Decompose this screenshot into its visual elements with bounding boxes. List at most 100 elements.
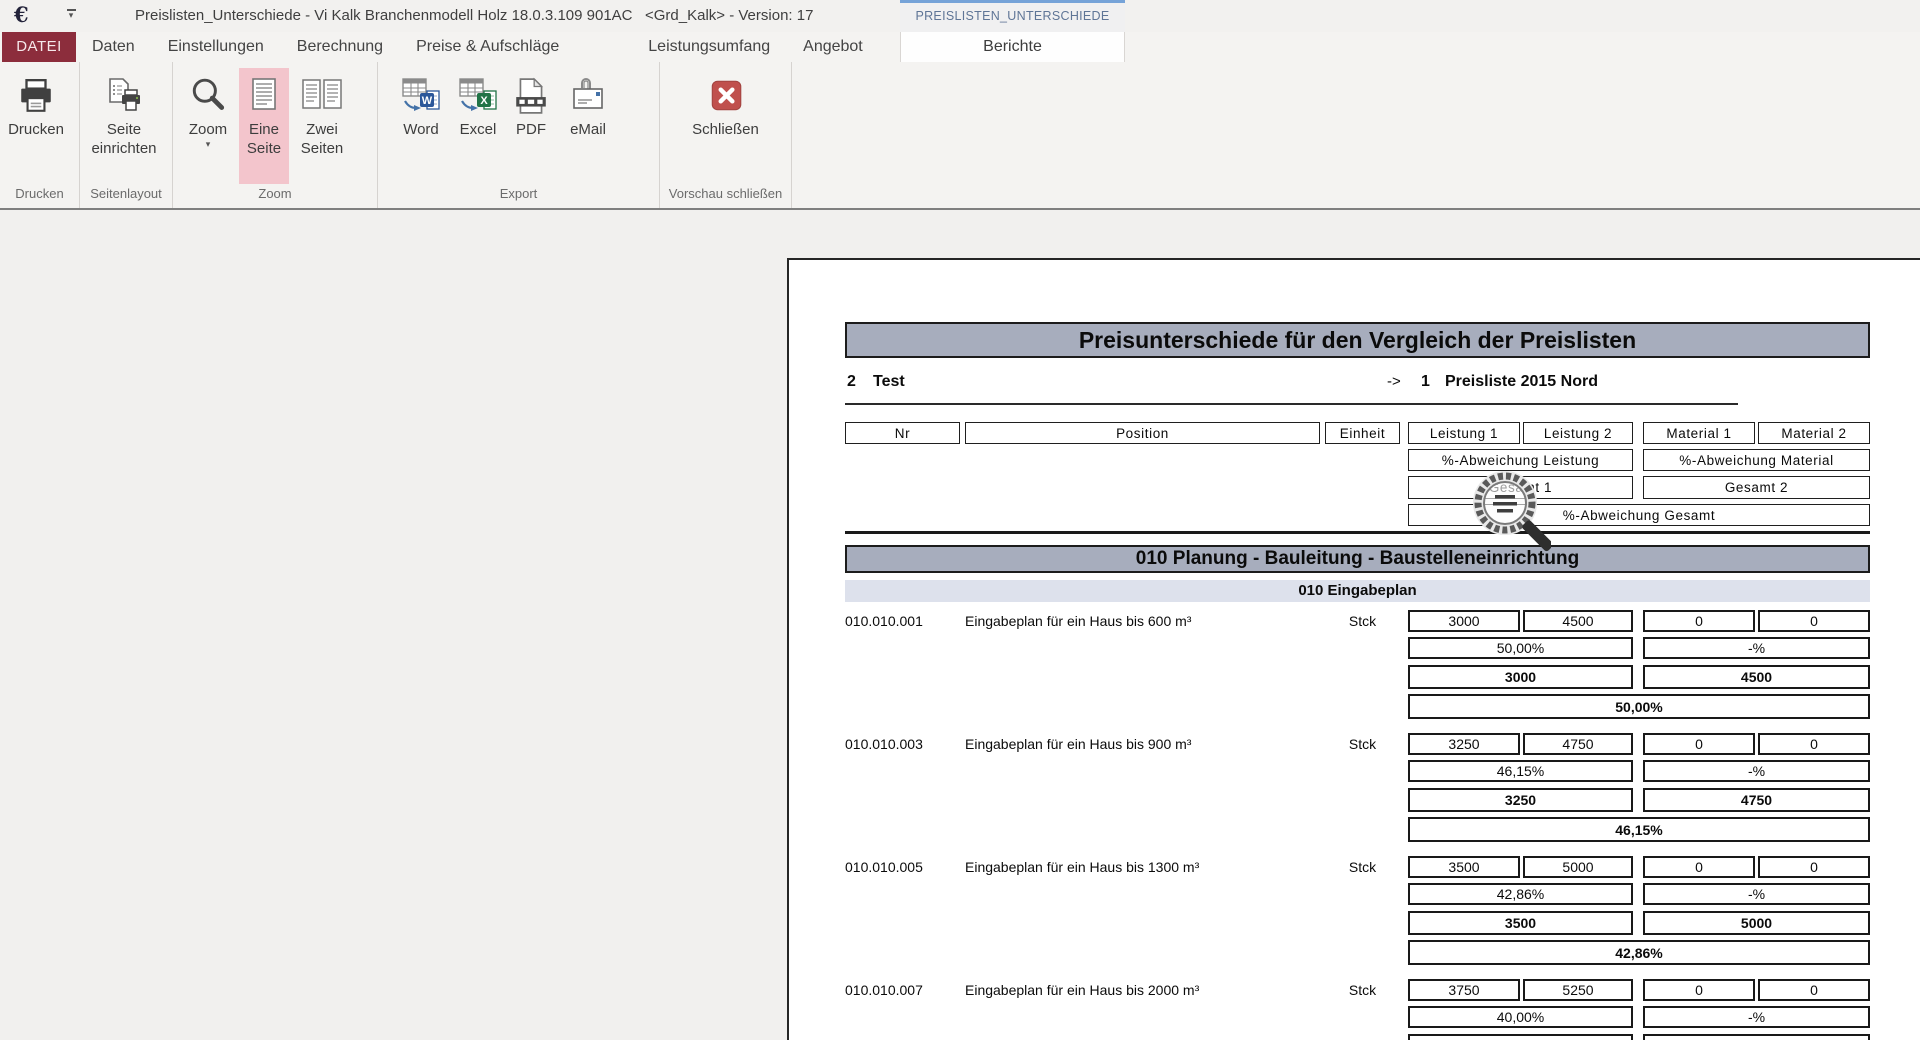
row-einheit: Stck	[1325, 610, 1400, 632]
ribbon-tab-bar: DATEI Daten Einstellungen Berechnung Pre…	[0, 32, 1920, 62]
row-position: Eingabeplan für ein Haus bis 600 m³	[965, 610, 1320, 632]
header-separator-line	[845, 531, 1870, 534]
pdf-export-button[interactable]: PDF	[506, 68, 556, 184]
excel-export-button[interactable]: X Excel	[450, 68, 506, 184]
report-compare-line: 2 Test -> 1 Preisliste 2015 Nord	[789, 373, 1920, 397]
report-row: 010.010.001 Eingabeplan für ein Haus bis…	[789, 610, 1920, 733]
compare-underline	[845, 403, 1738, 405]
column-header-einheit: Einheit	[1325, 422, 1400, 444]
email-export-button[interactable]: eMail	[556, 68, 620, 184]
group-label-export: Export	[378, 186, 659, 206]
contextual-tab-label: PREISLISTEN_UNTERSCHIEDE	[900, 3, 1125, 32]
row-leistung1: 3250	[1408, 733, 1520, 755]
row-gesamt2: 4750	[1643, 788, 1870, 812]
row-material1: 0	[1643, 733, 1755, 755]
row-position: Eingabeplan für ein Haus bis 2000 m³	[965, 979, 1320, 1001]
zoom-cursor-icon	[1469, 465, 1551, 569]
row-nr: 010.010.007	[845, 979, 960, 1001]
word-export-button[interactable]: W Word	[392, 68, 450, 184]
row-leistung1: 3750	[1408, 979, 1520, 1001]
app-icon-euro[interactable]: €	[14, 2, 29, 27]
application-window: € ▾ Preislisten_Unterschiede - Vi Kalk B…	[0, 0, 1920, 1040]
row-gesamt2: 4500	[1643, 665, 1870, 689]
row-gesamt1: 3750	[1408, 1034, 1633, 1040]
report-rows: 010.010.001 Eingabeplan für ein Haus bis…	[789, 610, 1920, 1040]
report-subsection-header: 010 Eingabeplan	[845, 580, 1870, 602]
row-material2: 0	[1758, 856, 1870, 878]
column-header-gesamt2: Gesamt 2	[1643, 476, 1870, 499]
ribbon-group-drucken: Drucken Drucken	[0, 62, 80, 208]
row-gesamt1: 3000	[1408, 665, 1633, 689]
row-material2: 0	[1758, 979, 1870, 1001]
row-leistung2: 4500	[1523, 610, 1633, 632]
row-leistung2: 5250	[1523, 979, 1633, 1001]
tab-berichte[interactable]: Berichte	[900, 32, 1125, 62]
row-einheit: Stck	[1325, 979, 1400, 1001]
compare-left-number: 2	[847, 373, 856, 391]
zoom-button[interactable]: Zoom ▾	[177, 68, 239, 184]
column-header-material2: Material 2	[1758, 422, 1870, 444]
compare-arrow: ->	[1387, 373, 1401, 390]
column-header-leistung1: Leistung 1	[1408, 422, 1520, 444]
tab-leistungsumfang[interactable]: Leistungsumfang	[648, 32, 770, 62]
ribbon-tabs: Daten Einstellungen Berechnung Preise & …	[92, 32, 863, 62]
close-icon	[707, 72, 745, 120]
row-leistung2: 5000	[1523, 856, 1633, 878]
contextual-tab-group[interactable]: PREISLISTEN_UNTERSCHIEDE	[900, 0, 1125, 32]
page-setup-icon	[105, 72, 143, 120]
print-preview-area[interactable]: Preisunterschiede für den Vergleich der …	[0, 208, 1920, 1040]
column-header-position: Position	[965, 422, 1320, 444]
column-header-material1: Material 1	[1643, 422, 1755, 444]
row-position: Eingabeplan für ein Haus bis 1300 m³	[965, 856, 1320, 878]
row-gesamt1: 3500	[1408, 911, 1633, 935]
schliessen-button[interactable]: Schließen	[683, 68, 769, 184]
word-icon: W	[400, 72, 442, 120]
compare-left-name: Test	[873, 373, 905, 391]
seite-einrichten-button[interactable]: Seiteeinrichten	[80, 68, 168, 184]
tab-einstellungen[interactable]: Einstellungen	[168, 32, 264, 62]
tab-angebot[interactable]: Angebot	[803, 32, 863, 62]
row-abweichung-material: -%	[1643, 760, 1870, 782]
row-leistung2: 4750	[1523, 733, 1633, 755]
excel-icon: X	[457, 72, 499, 120]
group-label-vorschau-schliessen: Vorschau schließen	[660, 186, 791, 206]
row-leistung1: 3000	[1408, 610, 1520, 632]
pdf-icon	[512, 72, 550, 120]
row-abweichung-material: -%	[1643, 1006, 1870, 1028]
report-section-header: 010 Planung - Bauleitung - Baustellenein…	[845, 545, 1870, 573]
tab-datei[interactable]: DATEI	[2, 32, 76, 62]
row-abweichung-leistung: 42,86%	[1408, 883, 1633, 905]
svg-text:W: W	[422, 95, 433, 107]
row-material2: 0	[1758, 610, 1870, 632]
row-material2: 0	[1758, 733, 1870, 755]
row-nr: 010.010.005	[845, 856, 960, 878]
row-nr: 010.010.003	[845, 733, 960, 755]
tab-daten[interactable]: Daten	[92, 32, 135, 62]
row-abweichung-leistung: 40,00%	[1408, 1006, 1633, 1028]
two-pages-icon	[300, 72, 344, 120]
ribbon-group-vorschau-schliessen: Schließen Vorschau schließen	[660, 62, 792, 208]
drucken-button[interactable]: Drucken	[0, 68, 72, 184]
svg-text:X: X	[480, 95, 488, 107]
row-material1: 0	[1643, 979, 1755, 1001]
row-leistung1: 3500	[1408, 856, 1520, 878]
row-abweichung-leistung: 46,15%	[1408, 760, 1633, 782]
row-material1: 0	[1643, 610, 1755, 632]
report-row: 010.010.003 Eingabeplan für ein Haus bis…	[789, 733, 1920, 856]
row-gesamt2: 5250	[1643, 1034, 1870, 1040]
column-header-abweichung-material: %-Abweichung Material	[1643, 449, 1870, 471]
zoom-dropdown-caret-icon[interactable]: ▾	[206, 139, 211, 149]
quick-access-caret-icon[interactable]: ▾	[64, 9, 78, 19]
column-header-nr: Nr	[845, 422, 960, 444]
report-page[interactable]: Preisunterschiede für den Vergleich der …	[787, 258, 1920, 1040]
row-abweichung-leistung: 50,00%	[1408, 637, 1633, 659]
eine-seite-button[interactable]: EineSeite	[239, 68, 289, 184]
caret-glyph: ▾	[69, 10, 74, 20]
tab-preise-aufschlaege[interactable]: Preise & Aufschläge	[416, 32, 615, 62]
report-row: 010.010.007 Eingabeplan für ein Haus bis…	[789, 979, 1920, 1040]
tab-berechnung[interactable]: Berechnung	[297, 32, 383, 62]
row-gesamt2: 5000	[1643, 911, 1870, 935]
zwei-seiten-button[interactable]: ZweiSeiten	[289, 68, 355, 184]
row-nr: 010.010.001	[845, 610, 960, 632]
email-icon	[567, 72, 609, 120]
